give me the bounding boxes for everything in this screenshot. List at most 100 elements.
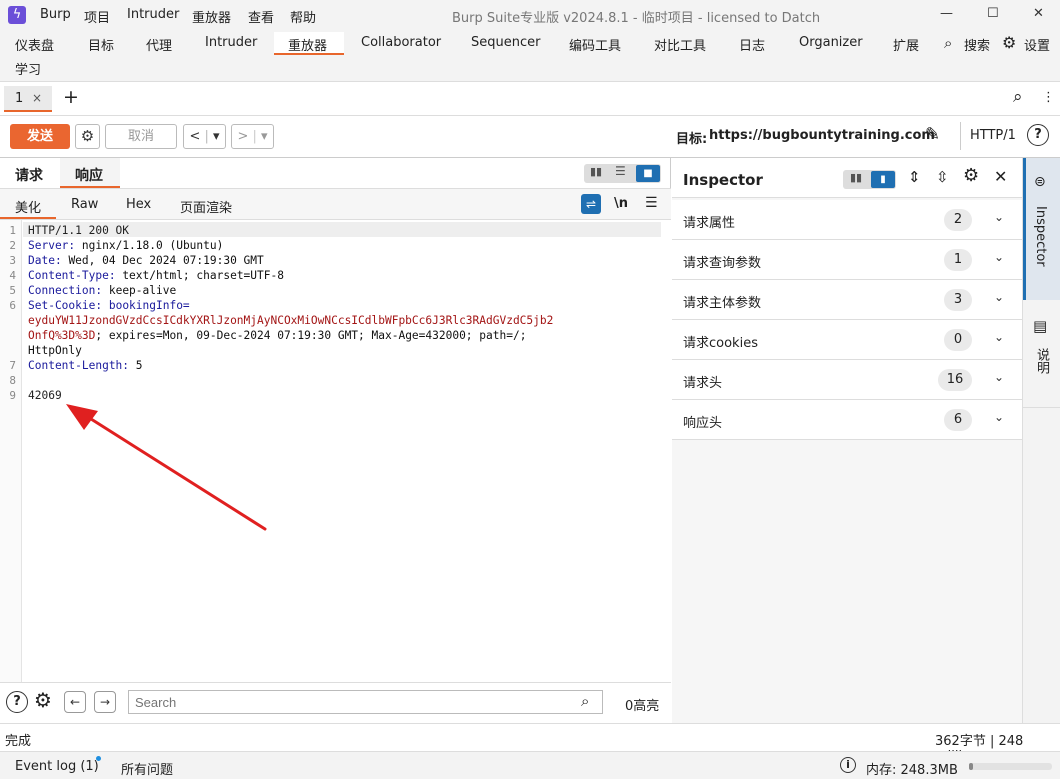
tab-response[interactable]: 响应 bbox=[60, 158, 120, 188]
rail-tab-inspector[interactable]: ⊜ Inspector bbox=[1023, 158, 1060, 300]
line-number: 1 bbox=[9, 224, 16, 237]
layout-split-horizontal-icon[interactable]: ☰ bbox=[615, 164, 626, 178]
count-badge: 2 bbox=[944, 209, 972, 231]
search-input[interactable] bbox=[128, 690, 603, 714]
menu-help[interactable]: 帮助 bbox=[290, 7, 316, 26]
target-url[interactable]: https://bugbountytraining.com bbox=[709, 128, 935, 143]
response-editor[interactable]: 1 2 3 4 5 6 7 8 9 HTTP/1.1 200 OK Server… bbox=[0, 220, 671, 682]
add-tab-button[interactable]: + bbox=[63, 86, 79, 108]
inspector-row-label: 请求属性 bbox=[683, 216, 736, 231]
tab-proxy[interactable]: 代理 bbox=[146, 35, 172, 54]
history-forward-button[interactable]: > bbox=[237, 129, 248, 144]
subtab-1[interactable]: 1 × bbox=[4, 86, 52, 112]
chevron-down-icon[interactable]: ⌄ bbox=[994, 370, 1004, 384]
inspector-row-request-attributes[interactable]: 请求属性 2 ⌄ bbox=[672, 200, 1022, 240]
close-window-button[interactable]: ✕ bbox=[1033, 6, 1044, 21]
right-side-rail: ⊜ Inspector ▤ 说明 bbox=[1022, 158, 1060, 723]
menu-project[interactable]: 项目 bbox=[84, 7, 110, 26]
collapse-all-icon[interactable]: ⇳ bbox=[936, 168, 949, 186]
close-tab-icon[interactable]: × bbox=[32, 91, 42, 105]
tab-repeater[interactable]: 重放器 bbox=[288, 35, 327, 54]
edit-pencil-icon[interactable]: ✎ bbox=[925, 124, 940, 145]
send-button[interactable]: 发送 bbox=[10, 124, 70, 149]
event-log-button[interactable]: Event log (1) bbox=[15, 759, 99, 774]
chevron-down-icon[interactable]: ▾ bbox=[213, 129, 220, 144]
menu-icon[interactable]: ☰ bbox=[645, 195, 658, 211]
next-match-arrow-icon[interactable]: → bbox=[94, 691, 116, 713]
menu-intruder[interactable]: Intruder bbox=[127, 7, 179, 22]
view-hex[interactable]: Hex bbox=[126, 197, 151, 212]
view-raw[interactable]: Raw bbox=[71, 197, 98, 212]
chevron-down-icon[interactable]: ⌄ bbox=[994, 210, 1004, 224]
chevron-down-icon[interactable]: ▾ bbox=[261, 129, 268, 144]
expand-all-icon[interactable]: ⇕ bbox=[908, 168, 921, 186]
header-value: text/html; charset=UTF-8 bbox=[122, 269, 284, 282]
inspector-row-cookies[interactable]: 请求cookies 0 ⌄ bbox=[672, 320, 1022, 360]
info-icon[interactable]: i bbox=[840, 757, 856, 773]
chevron-down-icon[interactable]: ⌄ bbox=[994, 410, 1004, 424]
inspector-row-label: 请求cookies bbox=[683, 336, 758, 351]
burp-lightning-icon: ϟ bbox=[8, 6, 26, 24]
settings-label[interactable]: 设置 bbox=[1024, 35, 1050, 54]
tab-target[interactable]: 目标 bbox=[88, 35, 114, 54]
set-cookie-line: Set-Cookie: bookingInfo= bbox=[28, 298, 190, 313]
view-render[interactable]: 页面渲染 bbox=[180, 197, 232, 216]
bottom-bar: Event log (1) 所有问题 i 内存: 248.3MB bbox=[0, 751, 1060, 779]
cancel-button[interactable]: 取消 bbox=[105, 124, 177, 149]
all-issues-button[interactable]: 所有问题 bbox=[121, 759, 173, 778]
layout-split-icon[interactable]: ▮▮ bbox=[850, 171, 862, 184]
chevron-down-icon[interactable]: ⌄ bbox=[994, 290, 1004, 304]
tab-request[interactable]: 请求 bbox=[15, 165, 43, 185]
show-newlines-toggle[interactable]: \n bbox=[614, 196, 628, 211]
more-vertical-icon[interactable]: ⋮ bbox=[1042, 90, 1055, 105]
tab-extensions[interactable]: 扩展 bbox=[893, 35, 919, 54]
tab-sequencer[interactable]: Sequencer bbox=[471, 35, 540, 50]
word-wrap-icon[interactable]: ⇌ bbox=[581, 194, 601, 214]
tab-logger[interactable]: 日志 bbox=[739, 35, 765, 54]
menu-repeater[interactable]: 重放器 bbox=[192, 7, 231, 26]
tab-decoder[interactable]: 编码工具 bbox=[569, 35, 621, 54]
search-icon[interactable]: ⌕ bbox=[1013, 87, 1023, 107]
history-back-button[interactable]: < bbox=[189, 129, 200, 144]
minimize-button[interactable]: — bbox=[940, 6, 953, 21]
cookie-value: OnfQ%3D%3D bbox=[28, 329, 96, 342]
help-icon[interactable]: ? bbox=[6, 691, 28, 713]
tab-learn[interactable]: 学习 bbox=[15, 59, 41, 78]
gear-icon[interactable]: ⚙ bbox=[963, 165, 979, 186]
maximize-button[interactable]: ☐ bbox=[987, 6, 999, 21]
layout-tabs-icon[interactable]: ■ bbox=[636, 165, 660, 182]
header-name: Date bbox=[28, 254, 55, 267]
gear-icon[interactable]: ⚙ bbox=[34, 688, 52, 712]
tab-intruder[interactable]: Intruder bbox=[205, 35, 257, 50]
layout-panel-icon[interactable]: ▮ bbox=[871, 171, 895, 188]
inspector-row-label: 请求查询参数 bbox=[683, 256, 762, 271]
help-icon[interactable]: ? bbox=[1027, 124, 1049, 146]
chevron-down-icon[interactable]: ⌄ bbox=[994, 330, 1004, 344]
menu-view[interactable]: 查看 bbox=[248, 7, 274, 26]
search-icon[interactable]: ⌕ bbox=[944, 34, 952, 52]
send-settings-gear-icon[interactable]: ⚙ bbox=[75, 124, 100, 149]
tab-organizer[interactable]: Organizer bbox=[799, 35, 863, 50]
line-number: 3 bbox=[9, 254, 16, 267]
search-label[interactable]: 搜索 bbox=[964, 35, 990, 54]
view-pretty[interactable]: 美化 bbox=[15, 197, 41, 216]
inspector-row-body-params[interactable]: 请求主体参数 3 ⌄ bbox=[672, 280, 1022, 320]
window-title: Burp Suite专业版 v2024.8.1 - 临时项目 - license… bbox=[452, 11, 821, 26]
tab-comparer[interactable]: 对比工具 bbox=[654, 35, 706, 54]
line-number-gutter: 1 2 3 4 5 6 7 8 9 bbox=[0, 220, 22, 682]
http-version-toggle[interactable]: HTTP/1 bbox=[970, 128, 1016, 143]
previous-match-arrow-icon[interactable]: ← bbox=[64, 691, 86, 713]
gear-icon[interactable]: ⚙ bbox=[1002, 33, 1016, 52]
inspector-row-request-headers[interactable]: 请求头 16 ⌄ bbox=[672, 360, 1022, 400]
layout-split-vertical-icon[interactable]: ▮▮ bbox=[590, 165, 602, 178]
status-text: 完成 bbox=[5, 734, 32, 749]
chevron-down-icon[interactable]: ⌄ bbox=[994, 250, 1004, 264]
menu-burp[interactable]: Burp bbox=[40, 7, 71, 22]
inspector-row-query-params[interactable]: 请求查询参数 1 ⌄ bbox=[672, 240, 1022, 280]
inspector-row-response-headers[interactable]: 响应头 6 ⌄ bbox=[672, 400, 1022, 440]
tab-collaborator[interactable]: Collaborator bbox=[361, 35, 441, 50]
rail-tab-notes[interactable]: ▤ 说明 bbox=[1023, 303, 1060, 408]
search-bar: ? ⚙ ← → ⌕ 0高亮 bbox=[0, 682, 671, 723]
tab-dashboard[interactable]: 仪表盘 bbox=[15, 35, 54, 54]
close-icon[interactable]: ✕ bbox=[994, 167, 1007, 186]
